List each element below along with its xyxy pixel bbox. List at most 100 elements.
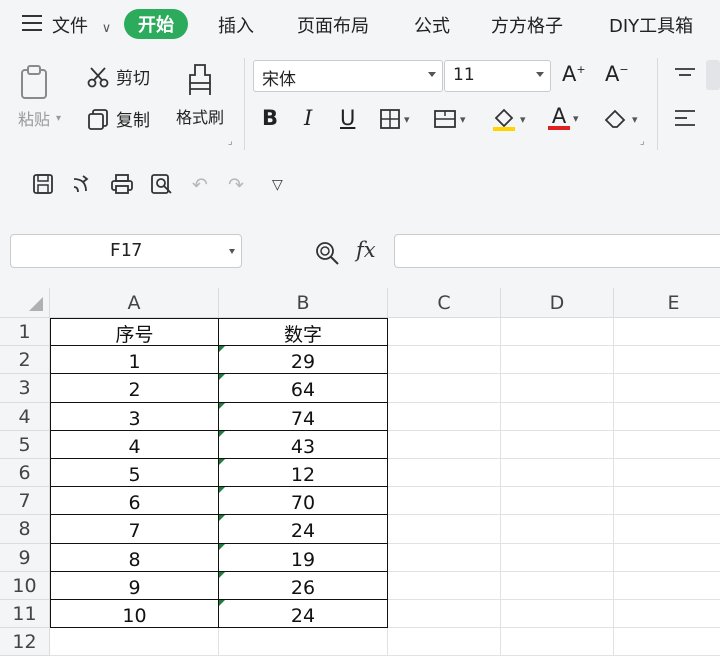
file-menu[interactable]: 文件 ∨ bbox=[52, 12, 111, 38]
underline-button[interactable]: U bbox=[340, 106, 355, 130]
cell-e12[interactable] bbox=[614, 628, 720, 657]
cell-c4[interactable] bbox=[388, 402, 501, 431]
cell-a3[interactable]: 2 bbox=[50, 374, 219, 403]
dialog-launcher-icon[interactable]: ⌟ bbox=[228, 136, 233, 147]
insert-function-button[interactable]: fx bbox=[356, 238, 376, 262]
column-header-d[interactable]: D bbox=[501, 288, 614, 318]
row-header-12[interactable]: 12 bbox=[0, 628, 50, 657]
copy-button[interactable]: 复制 bbox=[86, 106, 150, 131]
cell-b11[interactable]: 24 bbox=[219, 600, 388, 629]
cell-b6[interactable]: 12 bbox=[219, 459, 388, 488]
cell-e7[interactable] bbox=[614, 487, 720, 516]
save-icon[interactable] bbox=[32, 173, 54, 195]
column-header-e[interactable]: E bbox=[614, 288, 720, 318]
cell-a6[interactable]: 5 bbox=[50, 459, 219, 488]
cell-c8[interactable] bbox=[388, 515, 501, 544]
column-header-a[interactable]: A bbox=[50, 288, 219, 318]
select-all-corner[interactable] bbox=[0, 288, 50, 318]
row-header-4[interactable]: 4 bbox=[0, 402, 50, 431]
align-top-icon[interactable] bbox=[673, 66, 697, 86]
cell-b5[interactable]: 43 bbox=[219, 430, 388, 459]
row-header-1[interactable]: 1 bbox=[0, 318, 50, 347]
cell-c7[interactable] bbox=[388, 487, 501, 516]
cell-e10[interactable] bbox=[614, 572, 720, 600]
cell-b2[interactable]: 29 bbox=[219, 346, 388, 375]
cell-c10[interactable] bbox=[388, 571, 501, 600]
cell-d12[interactable] bbox=[501, 628, 614, 657]
cell-d7[interactable] bbox=[501, 487, 614, 516]
cell-b4[interactable]: 74 bbox=[219, 402, 388, 431]
cell-b10[interactable]: 26 bbox=[219, 571, 388, 600]
row-header-7[interactable]: 7 bbox=[0, 487, 50, 516]
cell-d10[interactable] bbox=[501, 571, 614, 600]
cell-c2[interactable] bbox=[388, 346, 501, 375]
column-header-b[interactable]: B bbox=[219, 288, 388, 318]
clear-format-button[interactable]: ▾ bbox=[603, 107, 638, 131]
cell-a4[interactable]: 3 bbox=[50, 402, 219, 431]
cell-e1[interactable] bbox=[614, 318, 720, 347]
cell-b12[interactable] bbox=[219, 628, 388, 657]
font-shrink-button[interactable]: A− bbox=[605, 62, 629, 86]
menu-icon[interactable] bbox=[22, 15, 42, 31]
italic-button[interactable]: I bbox=[304, 106, 312, 130]
tab-diy-toolbox[interactable]: DIY工具箱 bbox=[609, 12, 693, 38]
customize-toolbar-icon[interactable]: ▽ bbox=[272, 177, 283, 193]
print-preview-icon[interactable] bbox=[150, 173, 174, 195]
cell-c9[interactable] bbox=[388, 543, 501, 572]
align-left-icon[interactable] bbox=[673, 108, 697, 128]
bold-button[interactable]: B bbox=[262, 106, 278, 130]
tab-fangfang[interactable]: 方方格子 bbox=[491, 12, 563, 38]
cell-a7[interactable]: 6 bbox=[50, 487, 219, 516]
align-middle-button[interactable] bbox=[706, 60, 720, 90]
row-header-8[interactable]: 8 bbox=[0, 515, 50, 544]
cell-a8[interactable]: 7 bbox=[50, 515, 219, 544]
cell-c5[interactable] bbox=[388, 430, 501, 459]
cell-b9[interactable]: 19 bbox=[219, 543, 388, 572]
row-header-3[interactable]: 3 bbox=[0, 374, 50, 403]
share-icon[interactable] bbox=[70, 173, 94, 195]
undo-icon[interactable]: ↶ bbox=[192, 174, 208, 196]
cell-a12[interactable] bbox=[50, 628, 219, 657]
cell-a11[interactable]: 10 bbox=[50, 600, 219, 629]
cell-e2[interactable] bbox=[614, 346, 720, 375]
cell-e9[interactable] bbox=[614, 544, 720, 572]
zoom-lookup-icon[interactable] bbox=[314, 240, 340, 266]
cell-d4[interactable] bbox=[501, 402, 614, 431]
paste-button[interactable]: 粘贴 ▾ bbox=[18, 64, 62, 130]
cell-b8[interactable]: 24 bbox=[219, 515, 388, 544]
tab-insert[interactable]: 插入 bbox=[218, 12, 254, 38]
cell-a5[interactable]: 4 bbox=[50, 430, 219, 459]
cell-a1[interactable]: 序号 bbox=[50, 318, 219, 347]
dialog-launcher-icon[interactable]: ⌟ bbox=[640, 136, 645, 147]
font-name-select[interactable]: 宋体 bbox=[253, 60, 443, 92]
cell-b1[interactable]: 数字 bbox=[219, 318, 388, 347]
cell-d11[interactable] bbox=[501, 600, 614, 629]
font-size-select[interactable]: 11 bbox=[444, 60, 551, 92]
tab-formulas[interactable]: 公式 bbox=[414, 12, 450, 38]
row-header-2[interactable]: 2 bbox=[0, 346, 50, 375]
cell-d8[interactable] bbox=[501, 515, 614, 544]
redo-icon[interactable]: ↷ bbox=[228, 174, 244, 196]
cell-a10[interactable]: 9 bbox=[50, 571, 219, 600]
cell-e5[interactable] bbox=[614, 431, 720, 459]
print-icon[interactable] bbox=[110, 173, 134, 195]
cell-b7[interactable]: 70 bbox=[219, 487, 388, 516]
cell-a9[interactable]: 8 bbox=[50, 543, 219, 572]
name-box[interactable]: F17 bbox=[10, 234, 242, 268]
cell-d2[interactable] bbox=[501, 346, 614, 375]
cell-a2[interactable]: 1 bbox=[50, 346, 219, 375]
row-header-10[interactable]: 10 bbox=[0, 571, 50, 600]
cut-button[interactable]: 剪切 bbox=[86, 64, 150, 89]
format-painter-button[interactable]: 格式刷 bbox=[170, 62, 230, 128]
formula-input[interactable] bbox=[394, 234, 720, 268]
cell-d6[interactable] bbox=[501, 459, 614, 488]
cell-e4[interactable] bbox=[614, 403, 720, 431]
cell-c11[interactable] bbox=[388, 600, 501, 629]
cell-c3[interactable] bbox=[388, 374, 501, 403]
cell-b3[interactable]: 64 bbox=[219, 374, 388, 403]
merge-cells-button[interactable]: ▾ bbox=[433, 108, 466, 130]
cell-c1[interactable] bbox=[388, 318, 501, 347]
cell-c12[interactable] bbox=[388, 628, 501, 657]
font-color-button[interactable]: A ▾ bbox=[548, 104, 579, 132]
cell-e6[interactable] bbox=[614, 459, 720, 488]
